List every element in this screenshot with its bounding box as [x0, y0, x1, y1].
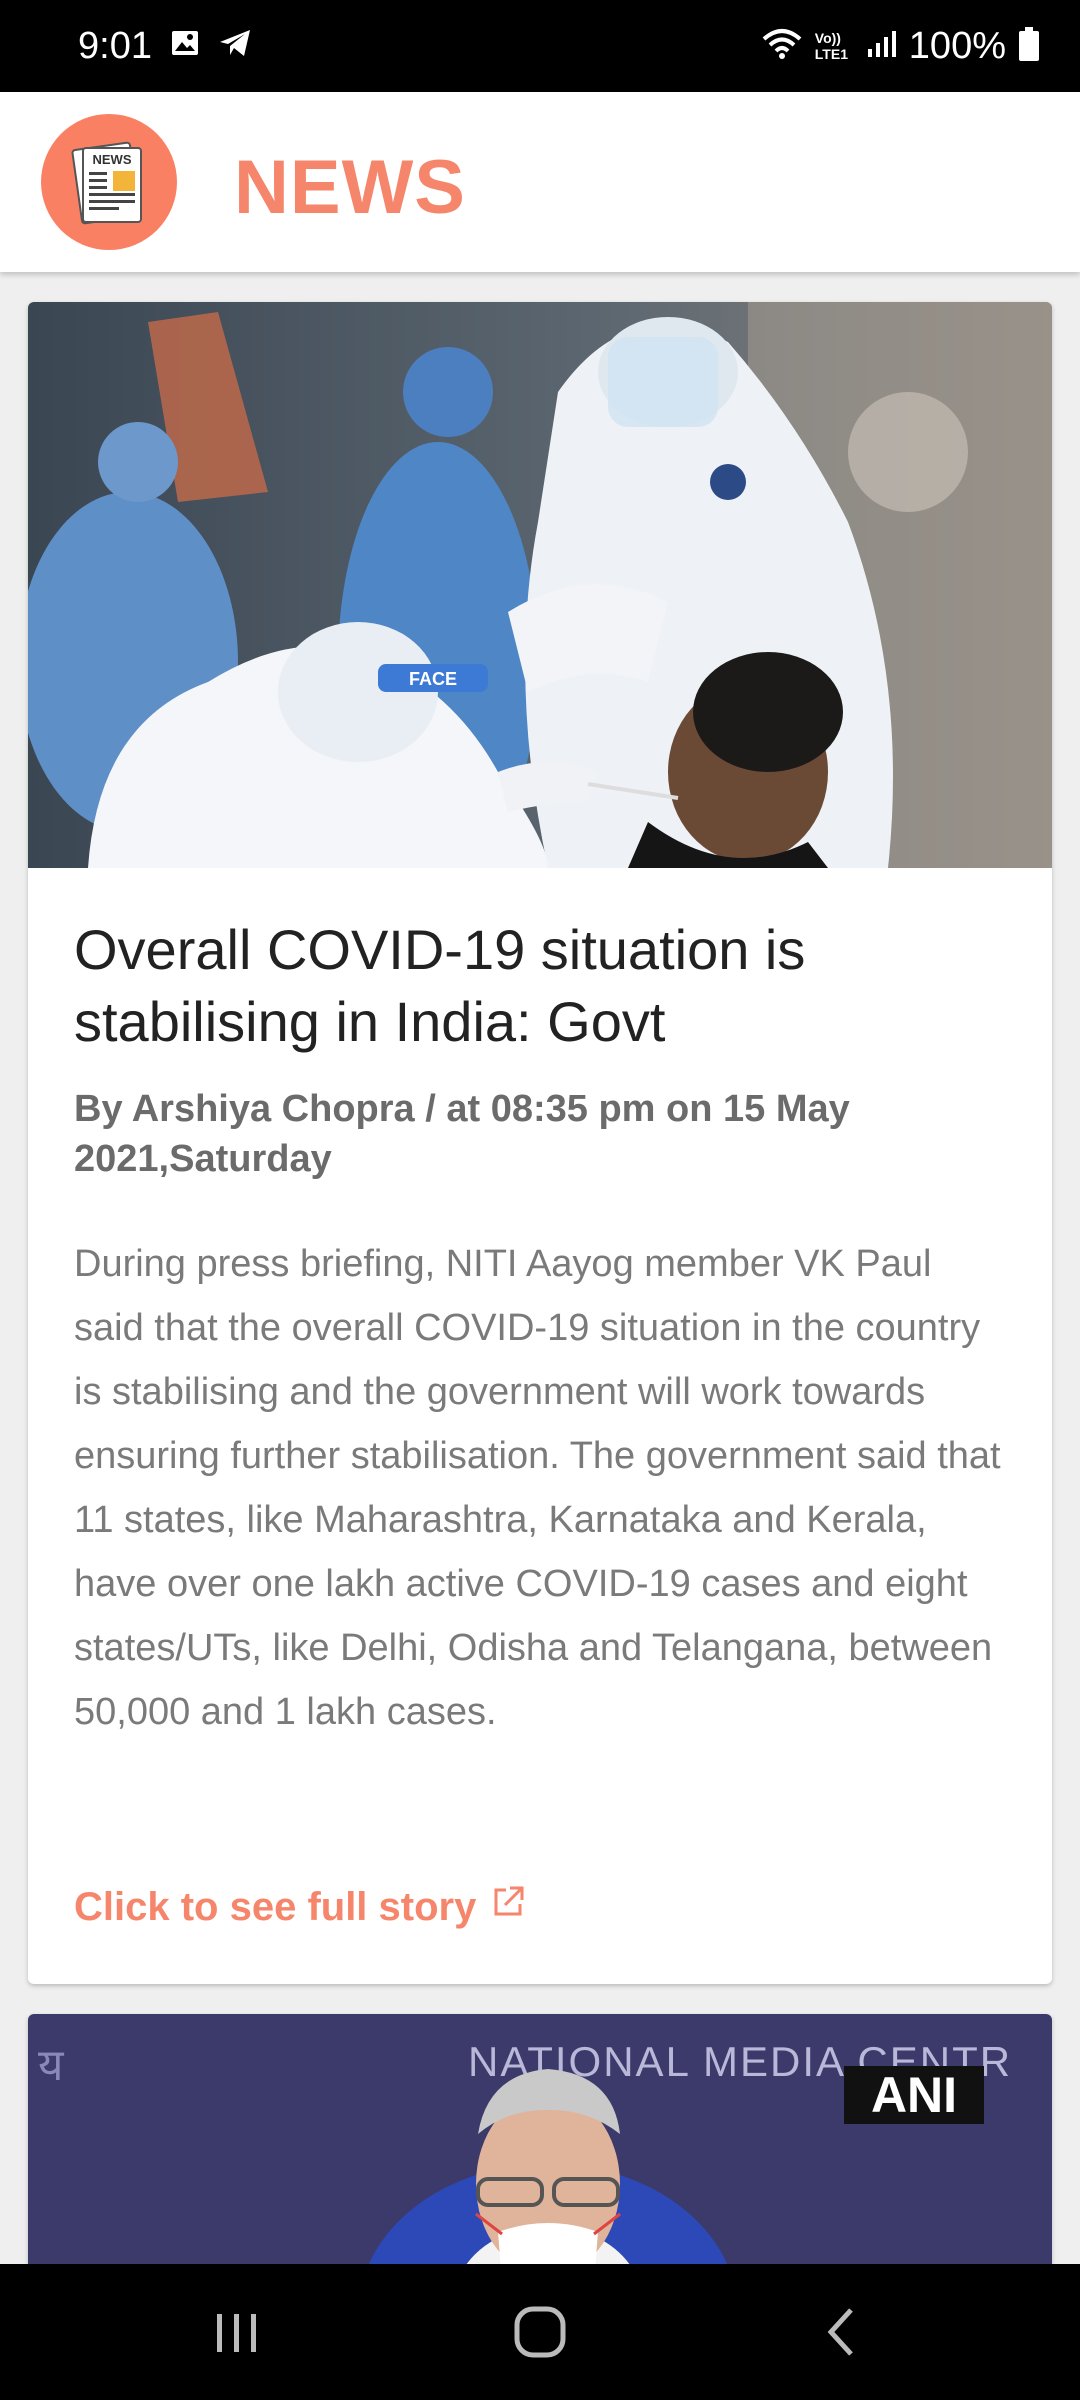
home-icon[interactable] [480, 2292, 600, 2372]
telegram-icon [218, 28, 252, 63]
svg-text:ANI: ANI [871, 2067, 957, 2123]
svg-text:FACE: FACE [409, 669, 457, 689]
article-headline[interactable]: Overall COVID-19 situation is stabilisin… [74, 914, 1006, 1058]
news-logo-icon: NEWS [41, 114, 177, 250]
recents-icon[interactable] [177, 2292, 297, 2372]
back-icon[interactable] [783, 2292, 903, 2372]
article-summary: During press briefing, NITI Aayog member… [74, 1243, 1001, 1733]
battery-percent: 100% [908, 25, 1006, 67]
app-header: NEWS NEWS [0, 92, 1080, 272]
navigation-bar [0, 2264, 1080, 2400]
news-card[interactable]: FACE Overall COVID-19 situation is stabi… [28, 302, 1052, 1984]
external-link-icon[interactable] [490, 1882, 526, 1932]
status-time: 9:01 [78, 25, 152, 67]
svg-text:NEWS: NEWS [93, 152, 132, 167]
news-card[interactable]: य NATIONAL MEDIA CENTR ANI [28, 2014, 1052, 2264]
battery-icon [1018, 26, 1040, 66]
article-image: य NATIONAL MEDIA CENTR ANI [28, 2014, 1052, 2264]
network-label: Vo)) LTE1 [814, 30, 848, 62]
wifi-icon [761, 27, 803, 66]
signal-icon [867, 29, 897, 64]
svg-text:य: य [38, 2040, 65, 2091]
app-title: NEWS [234, 145, 466, 230]
full-story-link[interactable]: Click to see full story [74, 1882, 526, 1932]
article-byline: By Arshiya Chopra / at 08:35 pm on 15 Ma… [74, 1088, 850, 1180]
full-story-label[interactable]: Click to see full story [74, 1882, 476, 1932]
status-bar: 9:01 Vo)) LTE1 100% [0, 0, 1080, 92]
image-icon [170, 28, 200, 63]
news-feed[interactable]: FACE Overall COVID-19 situation is stabi… [0, 272, 1080, 2264]
article-image: FACE [28, 302, 1052, 868]
